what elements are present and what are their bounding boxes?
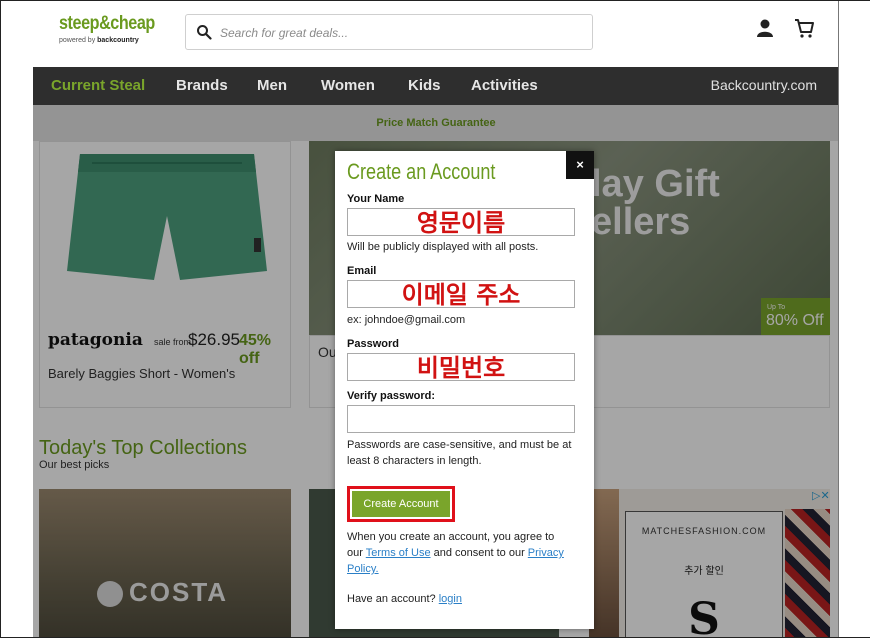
nav-backcountry-link[interactable]: Backcountry.com [711, 77, 817, 93]
terms-of-use-link[interactable]: Terms of Use [366, 547, 431, 559]
nav-item-men[interactable]: Men [257, 77, 287, 94]
password-input[interactable] [348, 354, 574, 380]
nav-item-brands[interactable]: Brands [176, 77, 228, 94]
page-edge [838, 1, 839, 637]
cart-icon[interactable] [793, 17, 815, 39]
modal-title: Create an Account [347, 159, 496, 184]
create-account-modal: Create an Account Your Name 영문이름 Will be… [335, 151, 594, 629]
login-link[interactable]: login [439, 593, 462, 605]
verify-password-field[interactable] [347, 405, 575, 433]
create-account-button[interactable]: Create Account [352, 491, 450, 517]
terms-line3: Policy. [347, 561, 583, 577]
logo-tagline: powered by backcountry [59, 37, 149, 44]
password-hint-line1: Passwords are case-sensitive, and must b… [347, 439, 572, 451]
privacy-link-part1[interactable]: Privacy [528, 547, 564, 559]
terms-consent: and consent to our [430, 547, 528, 559]
name-input[interactable] [348, 209, 574, 235]
site-header: steep&cheap powered by backcountry [33, 1, 839, 67]
name-hint: Will be publicly displayed with all post… [347, 241, 539, 253]
search-icon[interactable] [196, 24, 212, 40]
logo-tagline-prefix: powered by [59, 37, 98, 44]
search-input[interactable] [220, 23, 580, 43]
terms-text: When you create an account, you agree to… [347, 529, 583, 577]
email-field[interactable]: 이메일 주소 [347, 280, 575, 309]
verify-password-label: Verify password: [347, 390, 436, 402]
email-input[interactable] [348, 281, 574, 307]
email-label: Email [347, 265, 377, 277]
nav-item-activities[interactable]: Activities [471, 77, 538, 94]
privacy-link-part2[interactable]: Policy. [347, 563, 379, 575]
nav-item-women[interactable]: Women [321, 77, 375, 94]
search-bar [185, 14, 593, 50]
site-logo[interactable]: steep&cheap powered by backcountry [59, 13, 155, 55]
account-icon[interactable] [755, 18, 775, 38]
password-field[interactable]: 비밀번호 [347, 353, 575, 382]
verify-password-input[interactable] [348, 406, 574, 432]
have-account-text: Have an account? [347, 593, 439, 605]
logo-wordmark: steep&cheap [59, 13, 155, 34]
password-hint: Passwords are case-sensitive, and must b… [347, 437, 583, 469]
login-prompt: Have an account? login [347, 593, 462, 605]
terms-line2: our Terms of Use and consent to our Priv… [347, 545, 583, 561]
create-button-highlight: Create Account [347, 486, 455, 522]
main-nav: Current Steal Brands Men Women Kids Acti… [33, 67, 839, 105]
name-label: Your Name [347, 193, 405, 205]
terms-line1: When you create an account, you agree to [347, 531, 555, 543]
nav-item-kids[interactable]: Kids [408, 77, 441, 94]
terms-our: our [347, 547, 366, 559]
password-hint-line2: least 8 characters in length. [347, 455, 482, 467]
email-hint: ex: johndoe@gmail.com [347, 314, 466, 326]
browser-frame: steep&cheap powered by backcountry Searc… [0, 0, 870, 638]
name-field[interactable]: 영문이름 [347, 208, 575, 237]
password-label: Password [347, 338, 399, 350]
logo-tagline-brand: backcountry [97, 37, 139, 44]
nav-item-current-steal[interactable]: Current Steal [51, 77, 145, 94]
close-button[interactable]: × [566, 151, 594, 179]
